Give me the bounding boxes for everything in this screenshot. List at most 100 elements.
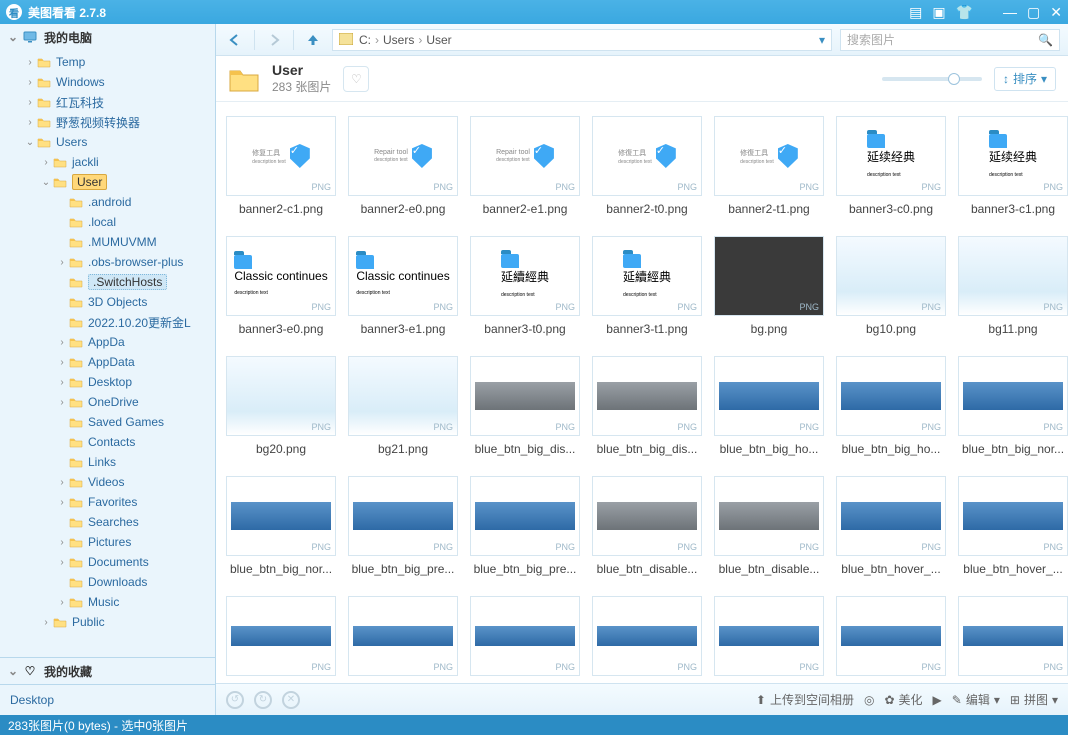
minimize-icon[interactable]: — bbox=[1003, 4, 1017, 21]
thumbnail-item[interactable]: PNGblue_btn_big_pre... bbox=[470, 476, 580, 576]
expand-icon[interactable]: › bbox=[24, 97, 36, 108]
thumbnail-item[interactable]: 延续经典description textPNGbanner3-c0.png bbox=[836, 116, 946, 216]
chat-icon[interactable]: ▤ bbox=[909, 4, 922, 21]
tree-item[interactable]: .android bbox=[0, 192, 215, 212]
thumbnail-item[interactable]: PNGblue_btn_big_nor... bbox=[958, 356, 1068, 456]
expand-icon[interactable]: › bbox=[24, 117, 36, 128]
thumbnail-item[interactable]: PNGbg.png bbox=[714, 236, 824, 336]
expand-icon[interactable]: › bbox=[56, 497, 68, 508]
my-computer-header[interactable]: ⌄ 我的电脑 bbox=[0, 24, 215, 50]
thumbnail-item[interactable]: Repair tooldescription textPNGbanner2-e1… bbox=[470, 116, 580, 216]
search-box[interactable]: 🔍 bbox=[840, 29, 1060, 51]
expand-icon[interactable]: ⌄ bbox=[40, 177, 52, 188]
weibo-icon[interactable]: ◎ bbox=[864, 693, 874, 707]
expand-icon[interactable]: › bbox=[24, 77, 36, 88]
thumbnail-item[interactable]: PNGblue_btn_big_dis... bbox=[470, 356, 580, 456]
search-input[interactable] bbox=[847, 33, 1038, 47]
delete-icon[interactable]: ✕ bbox=[282, 691, 300, 709]
tree-item[interactable]: ›AppDa bbox=[0, 332, 215, 352]
puzzle-button[interactable]: ⊞ 拼图 ▾ bbox=[1010, 691, 1058, 708]
thumbnail-item[interactable]: 修復工具description textPNGbanner2-t1.png bbox=[714, 116, 824, 216]
tree-item[interactable]: ›Desktop bbox=[0, 372, 215, 392]
tree-item[interactable]: ›OneDrive bbox=[0, 392, 215, 412]
thumbnail-item[interactable]: PNGblue_button_100... bbox=[714, 596, 824, 683]
search-icon[interactable]: 🔍 bbox=[1038, 33, 1053, 47]
thumbnail-item[interactable]: 延續經典description textPNGbanner3-t0.png bbox=[470, 236, 580, 336]
expand-icon[interactable]: › bbox=[56, 397, 68, 408]
maximize-icon[interactable]: ▢ bbox=[1027, 4, 1040, 21]
back-button[interactable] bbox=[224, 29, 246, 51]
thumbnail-item[interactable]: 延续经典description textPNGbanner3-c1.png bbox=[958, 116, 1068, 216]
thumbnail-item[interactable]: PNGblue_btn_big_pre... bbox=[348, 476, 458, 576]
tree-item[interactable]: ›AppData bbox=[0, 352, 215, 372]
rotate-ccw-icon[interactable]: ↺ bbox=[226, 691, 244, 709]
edit-button[interactable]: ✎ 编辑 ▾ bbox=[952, 691, 1000, 708]
tree-item[interactable]: ›Music bbox=[0, 592, 215, 612]
tree-item[interactable]: Downloads bbox=[0, 572, 215, 592]
up-button[interactable] bbox=[302, 29, 324, 51]
expand-icon[interactable]: › bbox=[56, 477, 68, 488]
breadcrumb-p1[interactable]: Users bbox=[383, 33, 414, 47]
expand-icon[interactable]: › bbox=[56, 357, 68, 368]
thumbnail-item[interactable]: 修复工具description textPNGbanner2-c1.png bbox=[226, 116, 336, 216]
thumbnail-item[interactable]: PNGbg10.png bbox=[836, 236, 946, 336]
tree-item[interactable]: .MUMUVMM bbox=[0, 232, 215, 252]
tree-item[interactable]: ›野葱视频转换器 bbox=[0, 112, 215, 132]
breadcrumb-dropdown[interactable]: ▾ bbox=[819, 33, 825, 47]
tree-item[interactable]: ›Temp bbox=[0, 52, 215, 72]
tree-item[interactable]: ›.obs-browser-plus bbox=[0, 252, 215, 272]
zoom-slider[interactable] bbox=[882, 77, 982, 81]
tree-item[interactable]: .SwitchHosts bbox=[0, 272, 215, 292]
play-icon[interactable]: ▶ bbox=[933, 693, 942, 707]
close-icon[interactable]: ✕ bbox=[1050, 4, 1062, 21]
rotate-cw-icon[interactable]: ↻ bbox=[254, 691, 272, 709]
breadcrumb[interactable]: C: › Users › User ▾ bbox=[332, 29, 832, 51]
expand-icon[interactable]: › bbox=[56, 597, 68, 608]
thumbnail-item[interactable]: PNGblue_btn_big_dis... bbox=[592, 356, 702, 456]
thumbnail-item[interactable]: Classic continuesdescription textPNGbann… bbox=[226, 236, 336, 336]
beautify-button[interactable]: ✿ 美化 bbox=[884, 691, 922, 708]
thumbnail-item[interactable]: PNGblue_btn_big_nor... bbox=[226, 476, 336, 576]
thumbnail-item[interactable]: PNGblue_btn_disable... bbox=[592, 476, 702, 576]
thumbnail-item[interactable]: PNGbg21.png bbox=[348, 356, 458, 456]
tree-item[interactable]: ›jackli bbox=[0, 152, 215, 172]
tree-item[interactable]: .local bbox=[0, 212, 215, 232]
thumbnail-item[interactable]: PNGblue_button_125... bbox=[836, 596, 946, 683]
tree-item[interactable]: ›Videos bbox=[0, 472, 215, 492]
thumbnail-item[interactable]: PNGbg11.png bbox=[958, 236, 1068, 336]
expand-icon[interactable]: › bbox=[40, 157, 52, 168]
tree-item[interactable]: Links bbox=[0, 452, 215, 472]
tree-item[interactable]: ›Pictures bbox=[0, 532, 215, 552]
favorite-button[interactable]: ♡ bbox=[343, 66, 369, 92]
shirt-icon[interactable]: 👕 bbox=[956, 4, 973, 21]
tree-item[interactable]: ›Windows bbox=[0, 72, 215, 92]
thumbnail-item[interactable]: PNGblue_btn_normal... bbox=[226, 596, 336, 683]
tree-item[interactable]: Contacts bbox=[0, 432, 215, 452]
tree-item[interactable]: ›Public bbox=[0, 612, 215, 632]
thumbnail-item[interactable]: PNGblue_btn_normal... bbox=[348, 596, 458, 683]
thumbnail-item[interactable]: PNGblue_btn_press_1... bbox=[470, 596, 580, 683]
thumbnail-item[interactable]: PNGblue_button_150... bbox=[958, 596, 1068, 683]
thumbnail-item[interactable]: PNGblue_btn_hover_... bbox=[836, 476, 946, 576]
thumbnail-item[interactable]: Classic continuesdescription textPNGbann… bbox=[348, 236, 458, 336]
collapse-icon[interactable]: ⌄ bbox=[8, 664, 22, 678]
screen-icon[interactable]: ▣ bbox=[932, 4, 945, 21]
expand-icon[interactable]: › bbox=[56, 257, 68, 268]
expand-icon[interactable]: › bbox=[56, 557, 68, 568]
thumbnail-item[interactable]: PNGblue_btn_disable... bbox=[714, 476, 824, 576]
tree-item[interactable]: ⌄Users bbox=[0, 132, 215, 152]
desktop-link[interactable]: Desktop bbox=[0, 684, 215, 715]
thumbnail-item[interactable]: PNGblue_btn_big_ho... bbox=[836, 356, 946, 456]
thumbnail-item[interactable]: PNGblue_btn_hover_... bbox=[958, 476, 1068, 576]
expand-icon[interactable]: › bbox=[56, 537, 68, 548]
tree-item[interactable]: ›红瓦科技 bbox=[0, 92, 215, 112]
thumbnail-item[interactable]: Repair tooldescription textPNGbanner2-e0… bbox=[348, 116, 458, 216]
thumbnail-item[interactable]: PNGblue_btn_big_ho... bbox=[714, 356, 824, 456]
tree-item[interactable]: ⌄User bbox=[0, 172, 215, 192]
forward-button[interactable] bbox=[263, 29, 285, 51]
tree-item[interactable]: ›Favorites bbox=[0, 492, 215, 512]
expand-icon[interactable]: › bbox=[40, 617, 52, 628]
tree-item[interactable]: 2022.10.20更新金L bbox=[0, 312, 215, 332]
collapse-icon[interactable]: ⌄ bbox=[8, 30, 22, 44]
expand-icon[interactable]: › bbox=[24, 57, 36, 68]
